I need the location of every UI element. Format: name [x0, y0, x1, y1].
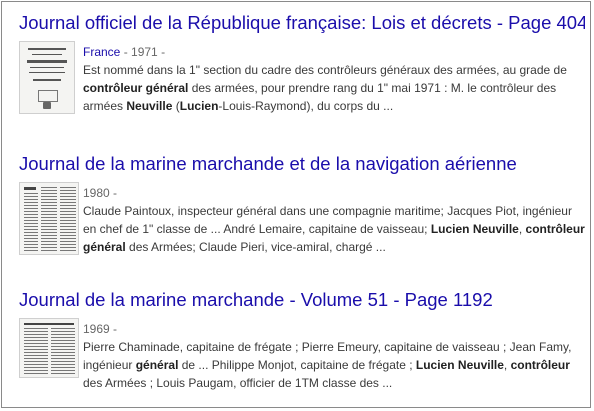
result-meta: France - 1971 -: [83, 45, 166, 59]
result-title-link[interactable]: Journal officiel de la République frança…: [19, 12, 585, 34]
result-title-link[interactable]: Journal de la marine marchande - Volume …: [19, 289, 585, 311]
highlighted-term: contrôleur général: [83, 81, 189, 95]
result-snippet-block: 1969 - Pierre Chaminade, capitaine de fr…: [83, 320, 585, 392]
snippet-text: Est nommé dans la 1" section du cadre de…: [83, 63, 567, 77]
snippet-text: ,: [518, 222, 526, 236]
result-snippet-block: France - 1971 - Est nommé dans la 1" sec…: [83, 43, 585, 115]
result-meta: 1980 -: [83, 186, 118, 200]
result-year: 1980: [83, 186, 110, 200]
snippet-text: de ... Philippe Monjot, capitaine de fré…: [178, 358, 416, 372]
snippet-text: des Armées ; Louis Paugam, officier de 1…: [83, 376, 393, 390]
result-meta: 1969 -: [83, 322, 118, 336]
snippet-text: -Louis-Raymond), du corps du ...: [218, 99, 394, 113]
highlighted-term: général: [135, 358, 179, 372]
highlighted-term: Neuville: [126, 99, 173, 113]
snippet-text: (: [172, 99, 180, 113]
book-thumbnail[interactable]: [19, 182, 79, 255]
highlighted-term: contrôleur: [510, 358, 570, 372]
highlighted-term: Lucien: [179, 99, 219, 113]
snippet-text: ,: [503, 358, 511, 372]
country-link[interactable]: France: [83, 45, 120, 59]
snippet-text: des Armées; Claude Pieri, vice-amiral, c…: [125, 240, 386, 254]
book-thumbnail[interactable]: [19, 41, 75, 114]
book-thumbnail[interactable]: [19, 318, 79, 378]
result-item: Journal officiel de la République frança…: [19, 12, 585, 141]
result-item: Journal de la marine marchande - Volume …: [19, 289, 585, 407]
result-item: Journal de la marine marchande et de la …: [19, 153, 585, 282]
result-title-link[interactable]: Journal de la marine marchande et de la …: [19, 153, 585, 175]
result-snippet-block: 1980 - Claude Paintoux, inspecteur génér…: [83, 184, 585, 256]
search-results-panel: Journal officiel de la République frança…: [1, 1, 591, 408]
result-year: 1969: [83, 322, 110, 336]
result-snippet: Claude Paintoux, inspecteur général dans…: [83, 202, 585, 256]
highlighted-term: Lucien Neuville: [430, 222, 519, 236]
result-year: 1971: [131, 45, 158, 59]
highlighted-term: Lucien Neuville: [415, 358, 504, 372]
result-snippet: Est nommé dans la 1" section du cadre de…: [83, 61, 585, 115]
result-snippet: Pierre Chaminade, capitaine de frégate ;…: [83, 338, 585, 392]
